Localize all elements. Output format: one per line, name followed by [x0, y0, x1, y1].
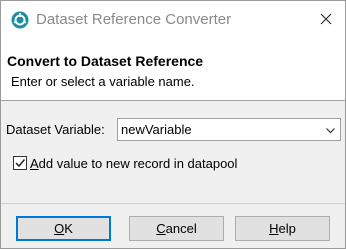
checkmark-icon	[14, 157, 26, 172]
app-logo-icon	[11, 11, 29, 29]
window-title: Dataset Reference Converter	[36, 11, 232, 28]
mnemonic-letter: A	[30, 156, 39, 171]
cancel-button[interactable]: Cancel	[129, 216, 224, 241]
title-bar[interactable]: Dataset Reference Converter	[1, 1, 345, 39]
dialog-window: Dataset Reference Converter Convert to D…	[0, 0, 346, 249]
dataset-variable-combobox[interactable]: newVariable	[117, 118, 341, 141]
ok-button[interactable]: OK	[16, 216, 111, 241]
form-area: Dataset Variable: newVariable Add value …	[1, 101, 345, 203]
add-to-datapool-label[interactable]: Add value to new record in datapool	[30, 156, 237, 171]
close-icon	[320, 13, 332, 28]
dataset-variable-label: Dataset Variable:	[6, 122, 105, 137]
button-label: elp	[278, 221, 296, 236]
chevron-down-icon[interactable]	[325, 124, 336, 135]
help-button[interactable]: Help	[235, 216, 330, 241]
header-banner: Convert to Dataset Reference Enter or se…	[1, 39, 345, 100]
close-button[interactable]	[307, 1, 345, 39]
dialog-message: Enter or select a variable name.	[11, 74, 195, 89]
dataset-variable-value[interactable]: newVariable	[121, 122, 192, 137]
dialog-heading: Convert to Dataset Reference	[7, 53, 204, 69]
label-text: dd value to new record in datapool	[38, 156, 238, 171]
mnemonic-letter: O	[54, 221, 65, 236]
button-label: ancel	[165, 221, 197, 236]
add-to-datapool-checkbox[interactable]	[13, 156, 27, 170]
mnemonic-letter: C	[156, 221, 166, 236]
mnemonic-letter: H	[269, 221, 279, 236]
button-bar: OK Cancel Help	[1, 204, 345, 248]
button-label: K	[64, 221, 73, 236]
